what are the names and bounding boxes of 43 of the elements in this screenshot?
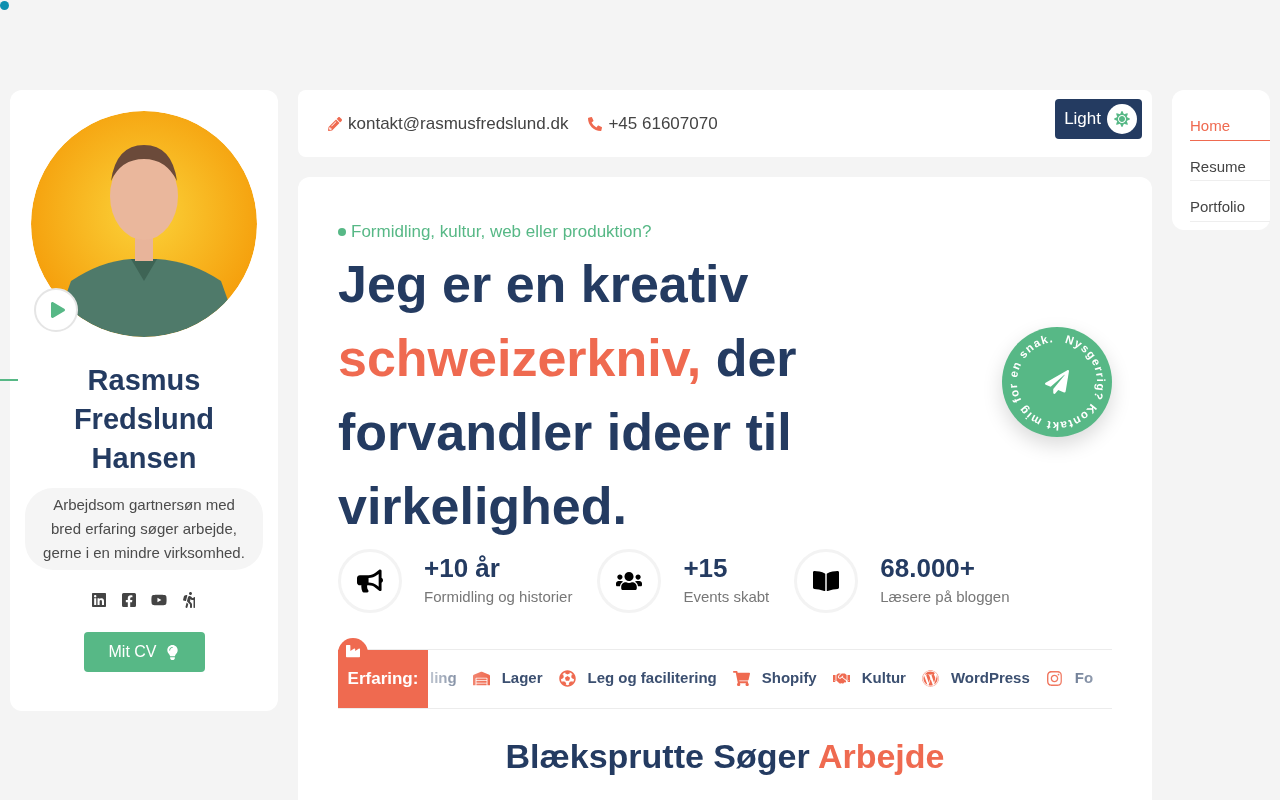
nav-link[interactable]: Portfolio [1190, 196, 1270, 222]
email-link[interactable]: kontakt@rasmusfredslund.dk [348, 110, 569, 137]
play-button[interactable] [34, 288, 78, 332]
youtube-icon[interactable] [151, 592, 167, 608]
profile-bio: Arbejdsom gartnersøn med bred erfaring søger arbejde, gerne i en mindre virksomhed. [25, 488, 263, 570]
cart-icon [732, 670, 750, 687]
experience-item: Leg og facilitering [587, 668, 717, 689]
section-title: Blæksprutte Søger Arbejde [504, 735, 946, 777]
phone-link[interactable]: +45 61607070 [608, 110, 718, 137]
experience-item: Kultur [861, 668, 906, 689]
linkedin-icon[interactable] [91, 592, 107, 608]
stat-value: +15 [683, 552, 729, 585]
handshake-icon [832, 670, 850, 687]
stat-label: Events skabt [683, 587, 770, 608]
warehouse-icon [472, 670, 490, 687]
nav-link[interactable]: Resume [1190, 155, 1270, 181]
experience-item: ling [430, 668, 457, 689]
pencil-icon [328, 116, 342, 131]
camera-icon [1045, 670, 1063, 687]
hiker-icon[interactable] [181, 592, 197, 608]
accent-line [0, 379, 18, 381]
phone-icon [588, 116, 603, 131]
stat-label: Formidling og historier [424, 587, 573, 608]
wordpress-icon [921, 670, 939, 687]
stat-value: 68.000+ [880, 552, 976, 585]
experience-label: Erfaring: [338, 649, 428, 708]
experience-item: WordPress [950, 668, 1030, 689]
sun-icon [1107, 104, 1137, 134]
experience-item: Shopify [761, 668, 817, 689]
tagline: Formidling, kultur, web eller produktion? [351, 221, 652, 243]
experience-item: Fo [1074, 668, 1094, 689]
experience-item: Lager [501, 668, 543, 689]
stat-label: Læsere på bloggen [880, 587, 1010, 608]
people-icon [597, 548, 662, 613]
play-icon [49, 302, 66, 318]
megaphone-icon [338, 548, 402, 613]
hero-heading: Jeg er en kreativ schweizerkniv, der forvandler ideer til virkelighed. [338, 253, 798, 537]
stat-value: +10 år [424, 552, 501, 585]
lightbulb-icon [164, 644, 180, 660]
profile-name: Rasmus Fredslund Hansen [72, 363, 216, 476]
facebook-icon[interactable] [121, 592, 137, 608]
theme-toggle[interactable]: Light [1055, 99, 1142, 139]
book-icon [794, 548, 859, 613]
